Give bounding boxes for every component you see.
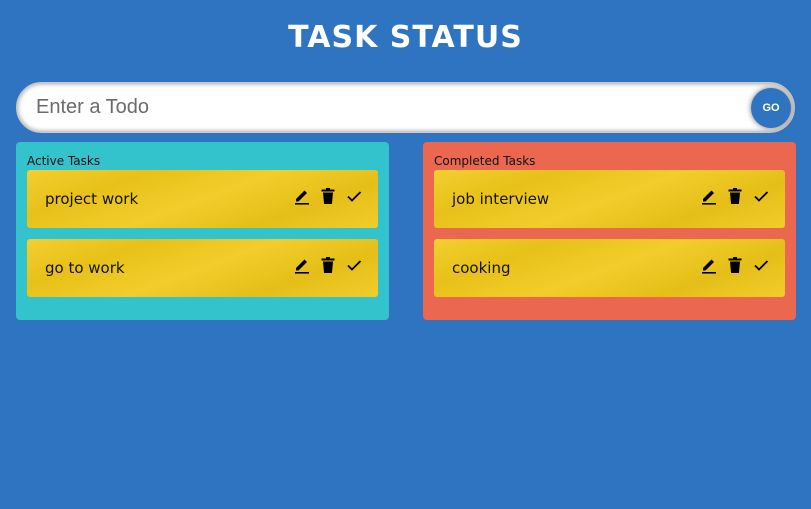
delete-icon[interactable]: [727, 256, 743, 274]
task-card: cooking: [434, 239, 785, 297]
check-icon[interactable]: [346, 256, 362, 274]
delete-icon[interactable]: [320, 187, 336, 205]
task-text: job interview: [452, 190, 550, 208]
edit-icon[interactable]: [294, 256, 310, 274]
task-card: job interview: [434, 170, 785, 228]
go-button[interactable]: GO: [751, 88, 791, 128]
active-tasks-heading: Active Tasks: [27, 154, 101, 168]
task-actions: [294, 187, 362, 205]
completed-tasks-panel: Completed Tasks job interview cooking: [423, 142, 796, 320]
edit-icon[interactable]: [701, 256, 717, 274]
task-text: project work: [45, 190, 139, 208]
check-icon[interactable]: [346, 187, 362, 205]
edit-icon[interactable]: [701, 187, 717, 205]
delete-icon[interactable]: [320, 256, 336, 274]
task-card: project work: [27, 170, 378, 228]
task-actions: [701, 256, 769, 274]
check-icon[interactable]: [753, 256, 769, 274]
task-actions: [294, 256, 362, 274]
todo-form: GO: [16, 82, 795, 133]
edit-icon[interactable]: [294, 187, 310, 205]
delete-icon[interactable]: [727, 187, 743, 205]
page-title: TASK STATUS: [288, 20, 523, 55]
task-text: cooking: [452, 259, 511, 277]
active-tasks-panel: Active Tasks project work go to work: [16, 142, 389, 320]
task-text: go to work: [45, 259, 125, 277]
completed-tasks-heading: Completed Tasks: [434, 154, 536, 168]
task-card: go to work: [27, 239, 378, 297]
todo-input[interactable]: [36, 84, 736, 131]
check-icon[interactable]: [753, 187, 769, 205]
task-actions: [701, 187, 769, 205]
